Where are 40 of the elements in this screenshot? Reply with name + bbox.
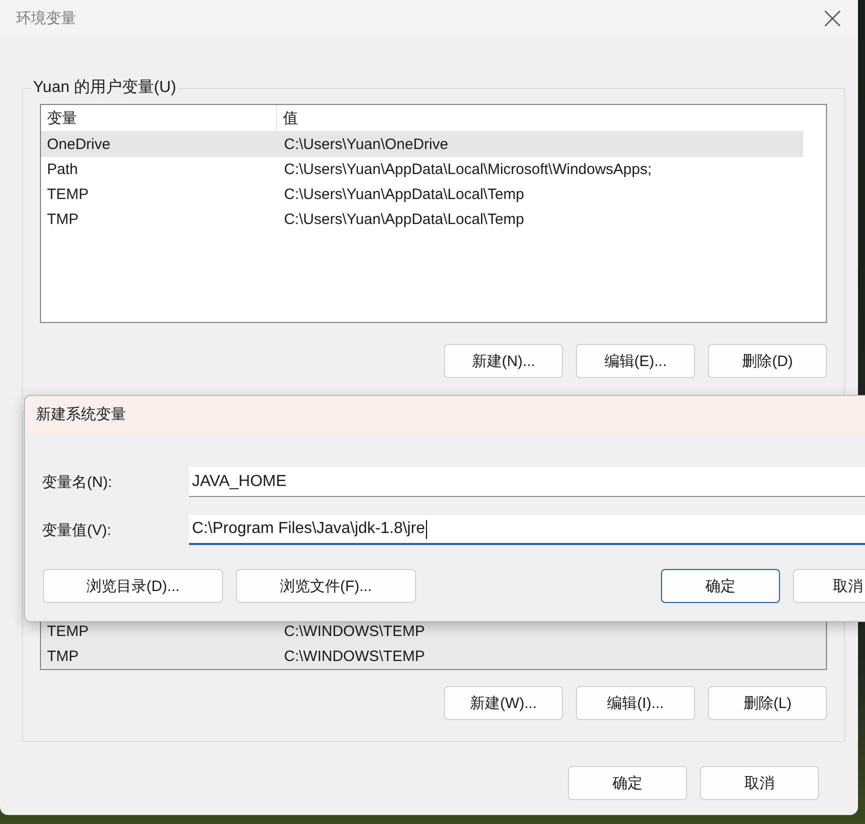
variable-name: TMP (46, 211, 80, 228)
variable-name: OneDrive (46, 136, 112, 153)
variable-name: TEMP (46, 186, 90, 203)
list-row[interactable]: OneDrive C:\Users\Yuan\OneDrive (41, 132, 803, 157)
variable-value: C:\Users\Yuan\AppData\Local\Temp (283, 186, 524, 203)
variable-name: TEMP (46, 623, 90, 640)
variable-value: C:\Users\Yuan\AppData\Local\Microsoft\WindowsApps; (283, 161, 652, 178)
ok-button[interactable]: 确定 (568, 766, 687, 800)
list-action-button[interactable]: 删除(D) (708, 344, 827, 378)
column-header[interactable]: 变量 (41, 105, 277, 131)
field-label: 变量名(N): (41, 472, 113, 492)
list-row[interactable]: TEMP C:\Users\Yuan\AppData\Local\Temp (41, 182, 803, 207)
variable-value: C:\Users\Yuan\AppData\Local\Temp (283, 211, 524, 228)
variable-value: C:\WINDOWS\TEMP (283, 648, 425, 665)
group-label: Yuan 的用户变量(U) (31, 79, 178, 97)
cancel-button[interactable]: 取消 (793, 569, 865, 603)
input-field[interactable]: C:\Program Files\Java\jdk-1.8\jre (189, 515, 865, 545)
cancel-button[interactable]: 取消 (700, 766, 819, 800)
ok-button[interactable]: 确定 (661, 569, 780, 603)
variable-name: TMP (46, 648, 80, 665)
list-action-button[interactable]: 编辑(I)... (576, 686, 695, 720)
list-action-button[interactable]: 删除(L) (708, 686, 827, 720)
list-action-button[interactable]: 新建(W)... (444, 686, 563, 720)
list-action-button[interactable]: 编辑(E)... (576, 344, 695, 378)
field-label: 变量值(V): (41, 520, 112, 540)
input-field[interactable]: JAVA_HOME (189, 467, 865, 497)
list-row[interactable]: TMP C:\Users\Yuan\AppData\Local\Temp (41, 207, 803, 232)
window-title: 环境变量 (16, 8, 76, 28)
list-row[interactable]: Path C:\Users\Yuan\AppData\Local\Microsoft\WindowsApps; (41, 157, 803, 182)
dialog-title: 新建系统变量 (36, 405, 126, 424)
variable-value: C:\Users\Yuan\OneDrive (283, 136, 448, 153)
list-action-button[interactable]: 新建(N)... (444, 344, 563, 378)
column-header[interactable]: 值 (277, 105, 298, 131)
browse-button[interactable]: 浏览目录(D)... (43, 569, 223, 603)
list-row[interactable]: TEMP C:\WINDOWS\TEMP (41, 619, 803, 644)
browse-button[interactable]: 浏览文件(F)... (236, 569, 416, 603)
close-icon[interactable] (824, 10, 841, 26)
list-row[interactable]: TMP C:\WINDOWS\TEMP (41, 644, 803, 669)
variable-value: C:\WINDOWS\TEMP (283, 623, 425, 640)
variable-name: Path (46, 161, 79, 178)
